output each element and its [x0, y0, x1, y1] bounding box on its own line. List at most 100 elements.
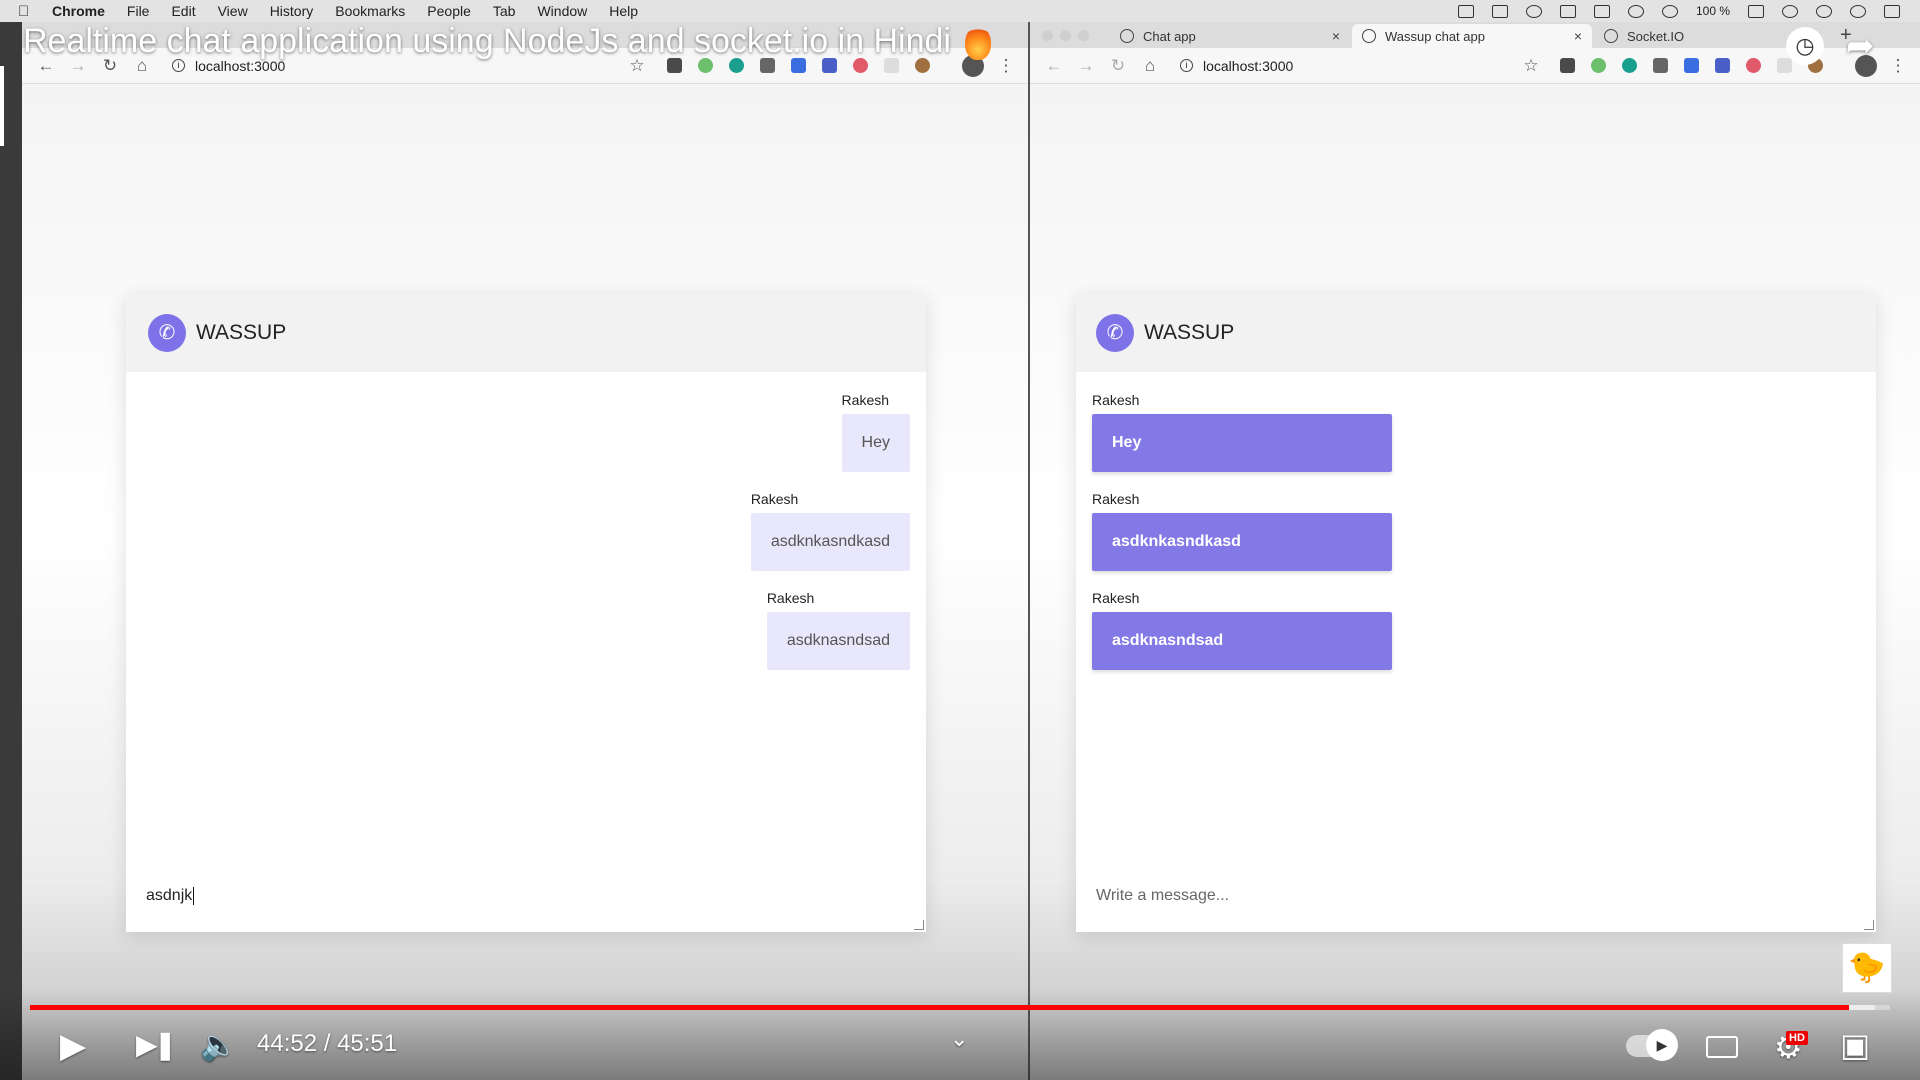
next-icon[interactable]: ▶❚ [136, 1028, 177, 1061]
autoplay-knob: ▶ [1646, 1029, 1678, 1061]
message-bubble: asdknasndsad [766, 612, 910, 670]
captions-icon[interactable] [1706, 1036, 1738, 1058]
window-close-button[interactable] [1042, 30, 1053, 41]
menu-edit[interactable]: Edit [171, 3, 195, 19]
display-icon[interactable] [1491, 4, 1508, 18]
screen-record-icon[interactable] [1457, 4, 1474, 18]
phone-icon: ✆ [1096, 314, 1134, 352]
exit-fullscreen-icon[interactable]: ▣ [1840, 1026, 1870, 1064]
extension-icon-6[interactable] [1715, 58, 1730, 73]
info-icon[interactable]: i [1180, 59, 1193, 72]
message-input[interactable]: Write a message... [1076, 860, 1876, 932]
extension-icon-8[interactable] [1777, 58, 1792, 73]
message-bubble: asdknkasndkasd [750, 513, 910, 571]
autoplay-toggle-icon[interactable]: ▶ [1626, 1029, 1678, 1061]
menu-app-name[interactable]: Chrome [52, 3, 105, 19]
message-input-placeholder[interactable]: Write a message... [1096, 887, 1229, 905]
right-page: ✆ WASSUP Rakesh Hey Rakesh asdknkasndkas… [1030, 84, 1920, 1080]
screen:  Chrome File Edit View History Bookmark… [0, 0, 1920, 1080]
tab-socket-io[interactable]: Socket.IO [1594, 24, 1794, 48]
window-minimize-button[interactable] [1060, 30, 1071, 41]
right-address-bar[interactable]: i localhost:3000 [1180, 58, 1293, 74]
played-fill [30, 1005, 1850, 1010]
extension-icon-4[interactable] [1653, 58, 1668, 73]
back-arrow-icon[interactable]: ← [1038, 56, 1070, 76]
message-bubble: asdknkasndkasd [1092, 513, 1392, 571]
phone-icon: ✆ [148, 314, 186, 352]
watch-later-clock-icon[interactable]: ◷ [1786, 27, 1824, 65]
volume-icon[interactable]: 🔈 [200, 1028, 237, 1063]
cloud-icon[interactable] [1525, 4, 1542, 18]
video-title[interactable]: Realtime chat application using NodeJs a… [23, 22, 951, 61]
tab-chat-app[interactable]: Chat app × [1110, 24, 1350, 48]
menu-bookmarks[interactable]: Bookmarks [335, 3, 405, 19]
tab-close-icon[interactable]: × [1332, 28, 1340, 44]
siri-icon[interactable] [1850, 4, 1866, 18]
chrome-favicon-icon [1362, 29, 1376, 43]
left-chat-card: ✆ WASSUP Rakesh Hey Rakesh asdknkasndkas… [126, 294, 926, 932]
message-bubble: Hey [1092, 414, 1392, 472]
message-sender: Rakesh [1092, 491, 1140, 507]
app-title: WASSUP [1144, 321, 1235, 344]
forward-arrow-icon[interactable]: → [1070, 56, 1102, 76]
window-zoom-button[interactable] [1078, 30, 1089, 41]
home-icon[interactable]: ⌂ [1134, 56, 1166, 76]
left-page: ✆ WASSUP Rakesh Hey Rakesh asdknkasndkas… [22, 84, 1028, 1080]
apple-icon[interactable]:  [18, 3, 36, 20]
extension-icon-5[interactable] [1684, 58, 1699, 73]
progress-bar[interactable] [30, 1005, 1890, 1010]
kebab-menu-icon[interactable]: ⋮ [1882, 56, 1914, 76]
menu-people[interactable]: People [427, 3, 471, 19]
tab-close-icon[interactable]: × [1574, 28, 1582, 44]
menu-help[interactable]: Help [609, 3, 638, 19]
extension-icon-7[interactable] [1746, 58, 1761, 73]
macos-menubar:  Chrome File Edit View History Bookmark… [0, 0, 1920, 22]
resize-grip[interactable] [1864, 920, 1874, 930]
battery-percent: 100 % [1695, 4, 1730, 18]
battery-icon[interactable] [1748, 4, 1764, 18]
menu-history[interactable]: History [270, 3, 314, 19]
user-icon[interactable] [1782, 4, 1798, 18]
message-bubble: asdknasndsad [1092, 612, 1392, 670]
message-input-value[interactable]: asdnjk [146, 887, 192, 905]
extension-icon-2[interactable] [1591, 58, 1606, 73]
menu-tab[interactable]: Tab [493, 3, 516, 19]
socketio-favicon-icon [1604, 29, 1618, 43]
notification-center-icon[interactable] [1884, 4, 1900, 18]
message-sender: Rakesh [766, 590, 815, 606]
play-icon[interactable]: ▶ [60, 1026, 86, 1066]
bird-mascot-icon[interactable]: 🐤 [1842, 943, 1892, 993]
input-source-icon[interactable] [1593, 4, 1610, 18]
tab-label: Wassup chat app [1385, 28, 1485, 44]
menu-view[interactable]: View [218, 3, 248, 19]
bookmark-star-icon[interactable]: ☆ [1515, 56, 1547, 76]
chat-header: ✆ WASSUP [1076, 294, 1876, 372]
status-area: 100 % [1457, 0, 1900, 22]
message-input[interactable]: asdnjk [126, 860, 926, 932]
chat-header: ✆ WASSUP [126, 294, 926, 372]
menu-file[interactable]: File [127, 3, 150, 19]
spotlight-icon[interactable] [1816, 4, 1832, 18]
menu-window[interactable]: Window [537, 3, 587, 19]
kebab-menu-icon[interactable]: ⋮ [990, 56, 1022, 76]
edge-indicator [0, 66, 4, 146]
message-outgoing: Rakesh asdknasndsad [766, 590, 910, 670]
message-outgoing: Rakesh Hey [841, 392, 910, 472]
message-incoming: Rakesh asdknasndsad [1092, 590, 1392, 670]
wifi-icon[interactable] [1661, 4, 1678, 18]
app-title: WASSUP [196, 321, 287, 344]
time-machine-icon[interactable] [1627, 4, 1644, 18]
left-browser-window: ← → ↻ ⌂ i localhost:3000 ☆ ⋮ ✆ WASSUP Ra… [22, 22, 1028, 1080]
extension-icon-3[interactable] [1622, 58, 1637, 73]
share-arrow-icon[interactable]: ➦ [1846, 26, 1875, 66]
extension-icon-1[interactable] [1560, 58, 1575, 73]
message-sender: Rakesh [1092, 590, 1140, 606]
right-url[interactable]: localhost:3000 [1203, 58, 1293, 74]
reload-icon[interactable]: ↻ [1102, 56, 1134, 76]
message-bubble: Hey [841, 414, 910, 472]
message-sender: Rakesh [1092, 392, 1140, 408]
tab-wassup-chat-app[interactable]: Wassup chat app × [1352, 24, 1592, 48]
lock-icon[interactable] [1559, 4, 1576, 18]
resize-grip[interactable] [914, 920, 924, 930]
chevron-down-icon[interactable]: ⌄ [950, 1026, 968, 1052]
